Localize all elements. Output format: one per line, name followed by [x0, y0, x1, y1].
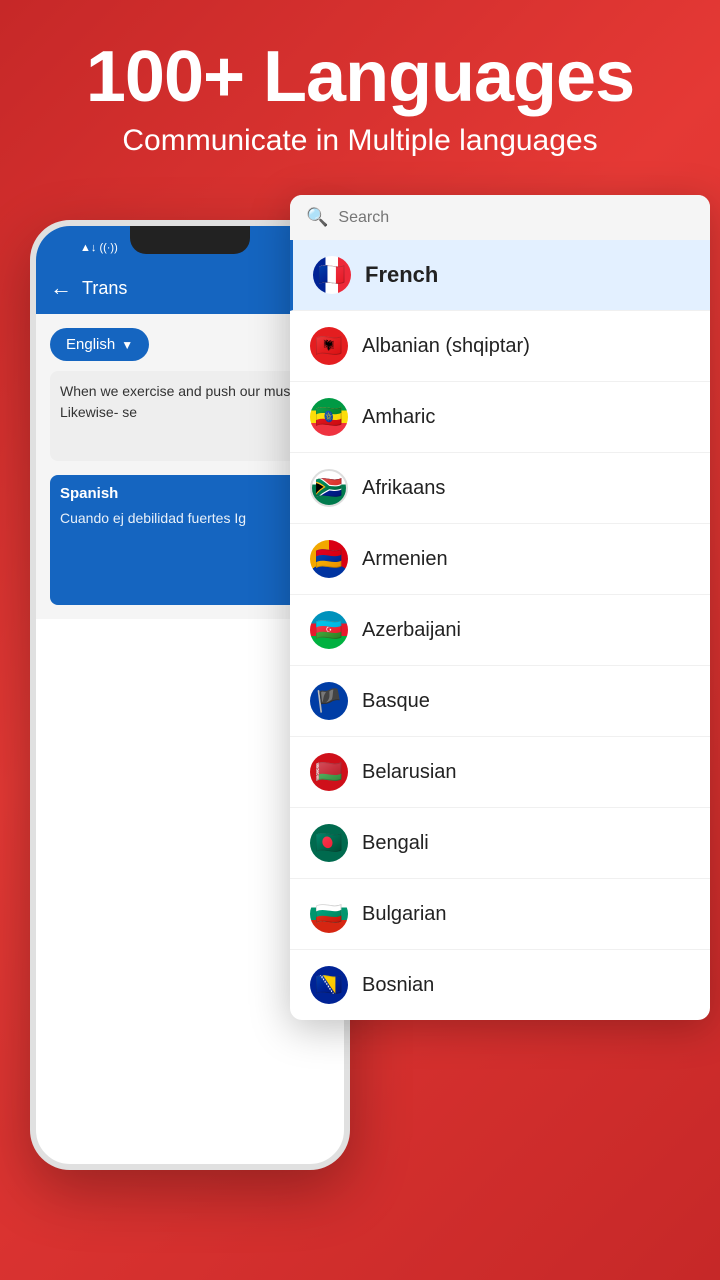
- search-input[interactable]: [338, 209, 694, 227]
- target-text: Cuando ej debilidad fuertes Ig: [60, 508, 320, 529]
- language-name: Albanian (shqiptar): [362, 335, 530, 358]
- language-name: Bulgarian: [362, 903, 447, 926]
- source-text-box: When we exercise and push our muscles, L…: [50, 371, 330, 461]
- language-name: Bosnian: [362, 974, 434, 997]
- language-name: Bengali: [362, 832, 429, 855]
- target-text-box: Spanish Cuando ej debilidad fuertes Ig: [50, 475, 330, 605]
- header-subtitle: Communicate in Multiple languages: [30, 124, 690, 158]
- flag-icon: 🇫🇷: [313, 256, 351, 294]
- language-name: French: [365, 262, 438, 288]
- back-icon[interactable]: ←: [50, 275, 72, 301]
- flag-icon: 🇿🇦: [310, 469, 348, 507]
- flag-icon: 🇦🇱: [310, 327, 348, 365]
- flag-icon: 🇧🇦: [310, 966, 348, 1004]
- language-item[interactable]: 🇧🇾 Belarusian: [290, 737, 710, 808]
- language-item[interactable]: 🇧🇦 Bosnian: [290, 950, 710, 1020]
- language-name: Armenien: [362, 548, 448, 571]
- dropdown-arrow-icon: ▼: [121, 338, 133, 352]
- language-item[interactable]: 🇪🇹 Amharic: [290, 382, 710, 453]
- search-icon: 🔍: [306, 207, 328, 228]
- language-item[interactable]: 🇫🇷 French: [290, 240, 710, 311]
- language-dropdown: 🔍 🇫🇷 French 🇦🇱 Albanian (shqiptar) 🇪🇹 Amharic…: [290, 195, 710, 1020]
- flag-icon: 🇧🇩: [310, 824, 348, 862]
- flag-icon: 🏴: [310, 682, 348, 720]
- language-list: 🇫🇷 French 🇦🇱 Albanian (shqiptar) 🇪🇹 Amharic 🇿🇦…: [290, 240, 710, 1020]
- language-item[interactable]: 🇦🇲 Armenien: [290, 524, 710, 595]
- language-item[interactable]: 🇧🇩 Bengali: [290, 808, 710, 879]
- language-item[interactable]: 🏴 Basque: [290, 666, 710, 737]
- search-bar: 🔍: [290, 195, 710, 240]
- language-name: Basque: [362, 690, 430, 713]
- phone-notch: [130, 226, 250, 254]
- app-bar-title: Trans: [82, 278, 127, 299]
- flag-icon: 🇪🇹: [310, 398, 348, 436]
- language-item[interactable]: 🇦🇱 Albanian (shqiptar): [290, 311, 710, 382]
- flag-icon: 🇧🇾: [310, 753, 348, 791]
- language-name: Belarusian: [362, 761, 457, 784]
- flag-icon: 🇦🇲: [310, 540, 348, 578]
- header-section: 100+ Languages Communicate in Multiple l…: [0, 0, 720, 168]
- language-name: Azerbaijani: [362, 619, 461, 642]
- language-name: Afrikaans: [362, 477, 445, 500]
- flag-icon: 🇦🇿: [310, 611, 348, 649]
- source-lang-label: English: [66, 336, 115, 353]
- language-item[interactable]: 🇿🇦 Afrikaans: [290, 453, 710, 524]
- language-name: Amharic: [362, 406, 435, 429]
- source-language-button[interactable]: English ▼: [50, 328, 149, 361]
- target-lang-label: Spanish: [60, 485, 320, 502]
- language-item[interactable]: 🇧🇬 Bulgarian: [290, 879, 710, 950]
- flag-icon: 🇧🇬: [310, 895, 348, 933]
- header-title: 100+ Languages: [30, 40, 690, 116]
- language-item[interactable]: 🇦🇿 Azerbaijani: [290, 595, 710, 666]
